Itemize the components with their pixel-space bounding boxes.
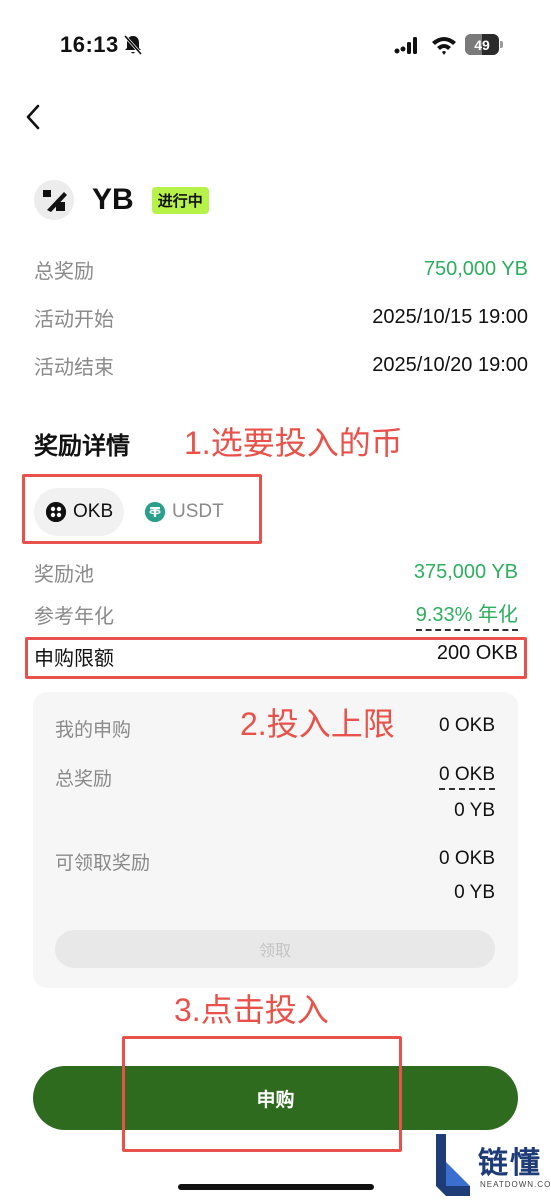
my-subscription-value: 0 OKB	[439, 715, 495, 736]
battery-body: 49	[465, 34, 499, 55]
reward-pool-label: 奖励池	[34, 563, 94, 586]
watermark-text: 链懂	[478, 1147, 542, 1180]
end-time-value: 2025/10/20 19:00	[372, 353, 528, 376]
start-time-label: 活动开始	[34, 308, 114, 331]
apr-row: 参考年化 9.33% 年化	[34, 598, 518, 631]
end-time-row: 活动结束 2025/10/20 19:00	[34, 350, 528, 380]
coin-header: YB 进行中	[34, 180, 209, 220]
card-total-reward-okb[interactable]: 0 OKB	[439, 764, 495, 790]
reward-pool-value: 375,000 YB	[413, 560, 518, 583]
battery-tip	[500, 41, 503, 48]
status-bar: 16:13 49	[0, 0, 551, 90]
claimable-reward-okb: 0 OKB	[439, 848, 495, 869]
reward-pool-row: 奖励池 375,000 YB	[34, 557, 518, 587]
cellular-signal-icon	[394, 37, 417, 54]
back-button[interactable]	[20, 100, 50, 134]
reward-details-title: 奖励详情	[34, 433, 130, 460]
total-reward-row: 总奖励 750,000 YB	[34, 254, 528, 284]
total-reward-value: 750,000 YB	[423, 257, 528, 280]
status-time: 16:13	[60, 32, 119, 57]
annotation-step2: 2.投入上限	[240, 706, 395, 742]
total-reward-label: 总奖励	[34, 260, 94, 283]
card-total-reward-yb: 0 YB	[454, 800, 495, 821]
claimable-reward-yb: 0 YB	[454, 882, 495, 903]
watermark: 链懂 NEATDOWN.COM	[432, 1130, 551, 1200]
neatdown-logo-icon	[436, 1134, 470, 1196]
tab-usdt-label: USDT	[172, 501, 224, 522]
usdt-tether-icon	[145, 502, 165, 522]
my-subscription-label: 我的申购	[55, 720, 132, 741]
start-time-row: 活动开始 2025/10/15 19:00	[34, 302, 528, 332]
end-time-label: 活动结束	[34, 356, 114, 379]
yb-coin-logo	[34, 180, 74, 220]
apr-label: 参考年化	[34, 605, 114, 628]
bell-off-icon	[123, 35, 143, 55]
okb-icon	[46, 502, 66, 522]
subscription-limit-label: 申购限额	[34, 648, 114, 670]
coin-symbol: YB	[92, 183, 134, 216]
apr-value[interactable]: 9.33% 年化	[415, 598, 518, 631]
tab-okb[interactable]: OKB	[34, 488, 124, 536]
tab-usdt[interactable]: USDT	[135, 488, 245, 536]
card-total-reward-label: 总奖励	[55, 769, 113, 790]
subscription-limit-value: 200 OKB	[436, 642, 518, 664]
claimable-reward-label: 可领取奖励	[55, 853, 151, 874]
yb-logo-icon	[34, 180, 74, 220]
battery-level: 49	[474, 36, 490, 53]
battery-indicator: 49	[465, 34, 503, 56]
annotation-step3: 3.点击投入	[174, 992, 329, 1028]
chevron-left-icon	[26, 104, 40, 130]
wifi-icon	[432, 37, 456, 55]
home-indicator	[178, 1184, 374, 1190]
status-badge: 进行中	[151, 186, 209, 214]
claim-button[interactable]: 领取	[55, 930, 495, 968]
tab-okb-label: OKB	[73, 501, 114, 522]
watermark-url: NEATDOWN.COM	[480, 1180, 551, 1189]
annotation-box-subscribe	[122, 1036, 402, 1152]
annotation-step1: 1.选要投入的币	[184, 425, 403, 461]
start-time-value: 2025/10/15 19:00	[372, 305, 528, 328]
